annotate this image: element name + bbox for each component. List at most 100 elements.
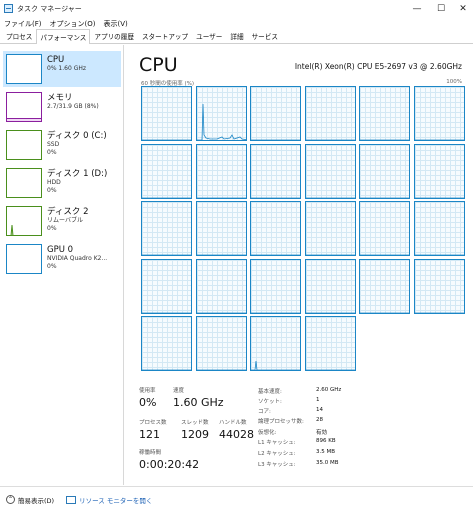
- sidebar-item-title: ディスク 1 (D:): [47, 169, 108, 179]
- graph-max-label: 100%: [446, 79, 462, 85]
- tab-startup[interactable]: スタートアップ: [138, 28, 192, 43]
- tab-details[interactable]: 詳細: [226, 28, 247, 43]
- open-resource-monitor-link[interactable]: リソース モニターを開く: [66, 495, 152, 505]
- tab-performance[interactable]: パフォーマンス: [36, 29, 91, 44]
- sidebar-item-memory[interactable]: メモリ 2.7/31.9 GB (8%): [3, 89, 121, 125]
- sidebar-item-disk-0[interactable]: ディスク 0 (C:) SSD 0%: [3, 127, 121, 163]
- logical-processor-graph: [141, 258, 192, 314]
- detail-label: ソケット:: [258, 399, 282, 405]
- detail-value: 1: [316, 397, 320, 403]
- logical-processor-graph: [250, 143, 301, 199]
- detail-value: 3.5 MB: [316, 449, 336, 455]
- sidebar-item-sub: 0% 1.60 GHz: [47, 65, 87, 72]
- logical-processor-graph: [195, 316, 247, 371]
- sidebar-item-sub: リムーバブル: [47, 217, 83, 224]
- page-title: CPU: [139, 54, 178, 76]
- logical-processor-graph: [304, 201, 356, 256]
- resource-sidebar: CPU 0% 1.60 GHz メモリ 2.7/31.9 GB (8%) ディス…: [0, 45, 124, 485]
- logical-processor-graph: [250, 86, 301, 141]
- logical-processor-graph: [250, 201, 301, 256]
- footer-bar: ⌃ 簡易表示(D) リソース モニターを開く: [0, 486, 473, 512]
- disk-2-thumbnail-graph: [6, 206, 42, 236]
- logical-processor-graph: [413, 143, 465, 199]
- sidebar-item-usage: 0%: [47, 186, 57, 194]
- maximize-button[interactable]: ☐: [429, 0, 453, 17]
- fewer-details-label: 簡易表示(D): [18, 496, 55, 505]
- logical-processor-graph: [359, 258, 410, 314]
- window-title: タスク マネージャー: [17, 4, 82, 13]
- detail-value: 有効: [316, 430, 328, 436]
- logical-processor-graph: [413, 258, 465, 314]
- logical-processor-graph: [195, 258, 247, 314]
- threads-value: 1209: [181, 428, 209, 441]
- detail-value: 35.0 MB: [316, 460, 339, 466]
- sidebar-item-usage: 0%: [47, 224, 57, 232]
- sidebar-item-gpu-0[interactable]: GPU 0 NVIDIA Quadro K2... 0%: [3, 241, 121, 277]
- title-bar: タスク マネージャー — ☐ ✕: [0, 0, 473, 17]
- sidebar-item-disk-2[interactable]: ディスク 2 リムーバブル 0%: [3, 203, 121, 239]
- logical-processor-graph: [141, 201, 192, 256]
- handles-label: ハンドル数: [219, 420, 247, 426]
- tab-app-history[interactable]: アプリの履歴: [90, 28, 138, 43]
- detail-value: 896 KB: [316, 438, 336, 444]
- logical-processor-graph: [195, 201, 247, 256]
- logical-processor-graph: [250, 316, 301, 371]
- sidebar-item-usage: 0%: [47, 262, 57, 270]
- sidebar-item-disk-1[interactable]: ディスク 1 (D:) HDD 0%: [3, 165, 121, 201]
- handles-value: 44028: [219, 428, 254, 441]
- tab-processes[interactable]: プロセス: [2, 28, 36, 43]
- uptime-value: 0:00:20:42: [139, 458, 200, 471]
- detail-label: 論理プロセッサ数:: [258, 419, 304, 425]
- detail-label: 仮想化:: [258, 430, 277, 436]
- sidebar-item-usage: 0%: [47, 148, 57, 156]
- detail-value: 14: [316, 407, 323, 413]
- menu-options[interactable]: オプション(O): [50, 19, 96, 29]
- threads-label: スレッド数: [181, 420, 209, 426]
- logical-processor-graph: [141, 86, 192, 141]
- close-button[interactable]: ✕: [451, 0, 473, 17]
- tab-users[interactable]: ユーザー: [192, 28, 226, 43]
- logical-processor-graph: [250, 258, 301, 314]
- sidebar-item-title: GPU 0: [47, 245, 74, 255]
- detail-label: 基本速度:: [258, 389, 282, 395]
- fewer-details-link[interactable]: ⌃ 簡易表示(D): [6, 495, 54, 505]
- detail-value: 28: [316, 417, 323, 423]
- logical-processor-graph: [195, 143, 247, 199]
- processes-label: プロセス数: [139, 420, 167, 426]
- logical-processor-graph: [304, 258, 356, 314]
- sidebar-item-cpu[interactable]: CPU 0% 1.60 GHz: [3, 51, 121, 87]
- cpu-thumbnail-graph: [6, 54, 42, 84]
- usage-value: 0%: [139, 396, 157, 409]
- menu-file[interactable]: ファイル(F): [4, 19, 42, 29]
- gpu-thumbnail-graph: [6, 244, 42, 274]
- logical-processor-graph: [359, 86, 410, 141]
- logical-processor-graph: [413, 201, 465, 256]
- usage-label: 使用率: [139, 388, 156, 394]
- logical-processor-graphs: [141, 86, 465, 372]
- menu-view[interactable]: 表示(V): [103, 19, 127, 29]
- tab-services[interactable]: サービス: [248, 28, 282, 43]
- logical-processor-graph: [141, 316, 192, 371]
- sidebar-item-title: メモリ: [47, 93, 73, 103]
- processes-value: 121: [139, 428, 160, 441]
- logical-processor-graph: [195, 86, 247, 141]
- sidebar-item-sub: 2.7/31.9 GB (8%): [47, 103, 99, 110]
- logical-processor-graph: [413, 86, 465, 141]
- speed-label: 速度: [173, 388, 185, 394]
- sidebar-item-title: CPU: [47, 55, 65, 65]
- sidebar-item-sub: NVIDIA Quadro K2...: [47, 255, 108, 262]
- minimize-button[interactable]: —: [405, 0, 429, 17]
- sidebar-item-sub: HDD: [47, 179, 61, 186]
- detail-label: L3 キャッシュ:: [258, 462, 296, 468]
- disk-1-thumbnail-graph: [6, 168, 42, 198]
- logical-processor-graph: [304, 86, 356, 141]
- chevron-up-icon: ⌃: [6, 495, 15, 504]
- task-manager-icon: [4, 4, 13, 13]
- uptime-label: 稼働時間: [139, 450, 162, 456]
- logical-processor-graph: [304, 316, 356, 371]
- detail-value: 2.60 GHz: [316, 387, 342, 393]
- detail-label: L1 キャッシュ:: [258, 440, 296, 446]
- sidebar-item-sub: SSD: [47, 141, 60, 148]
- logical-processor-graph: [304, 143, 356, 199]
- cpu-model-name: Intel(R) Xeon(R) CPU E5-2697 v3 @ 2.60GH…: [294, 62, 462, 71]
